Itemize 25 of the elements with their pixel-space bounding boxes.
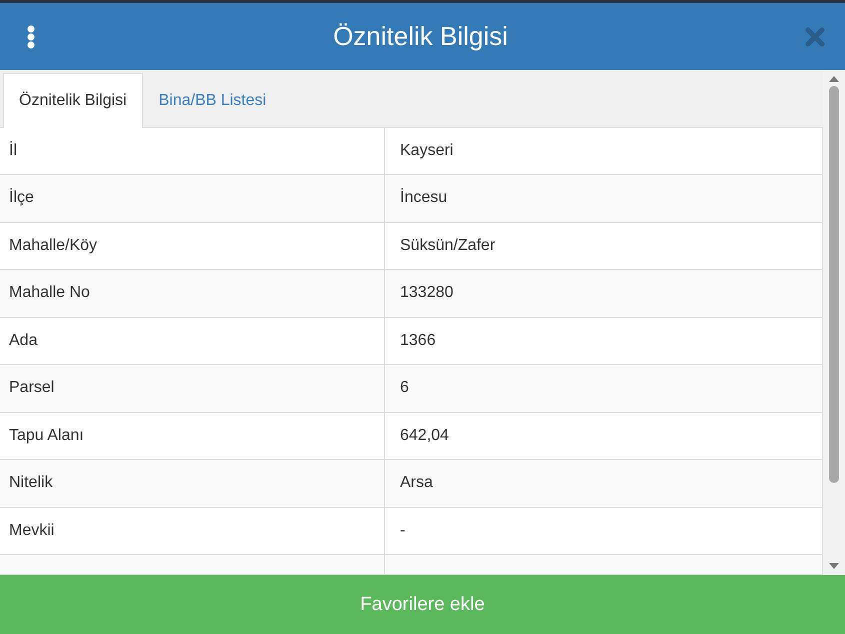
attribute-value-cell-text: - — [399, 520, 406, 541]
attribute-name-cell: Tapu Alanı — [0, 412, 385, 459]
attribute-name-cell: Nitelik — [0, 460, 385, 506]
dialog-title: Öznitelik Bilgisi — [333, 21, 508, 52]
attribute-name-cell: İlçe — [0, 175, 385, 222]
attribute-name-cell: İl — [0, 128, 385, 174]
attribute-value-cell-text: Arsa — [399, 473, 434, 494]
add-to-favorites-button[interactable]: Favorilere ekle — [0, 575, 845, 634]
tab[interactable]: Öznitelik Bilgisi — [3, 72, 143, 128]
attribute-name-cell: Mahalle/Köy — [0, 222, 385, 269]
attribute-name-cell: Ada — [0, 318, 385, 364]
attribute-value-cell-text: 6 — [399, 378, 410, 398]
attribute-name-cell: Parsel — [0, 365, 385, 412]
tab[interactable]: Bina/BB Listesi — [142, 72, 282, 128]
attribute-name-cell: Mevkii — [0, 508, 385, 554]
attribute-value-cell-text: 133280 — [399, 283, 454, 304]
attribute-value-cell-text: 642,04 — [399, 426, 450, 446]
attribute-name-cell: Mahalle No — [0, 270, 385, 316]
close-icon[interactable] — [804, 26, 825, 46]
menu-icon[interactable] — [26, 24, 36, 48]
attribute-value-cell-text: Süksün/Zafer — [399, 236, 496, 256]
scrollbar-drawing[interactable] — [823, 70, 845, 575]
attribute-value-cell-text: 1366 — [399, 330, 437, 351]
attribute-value-cell-text: İncesu — [399, 187, 448, 208]
attribute-value-cell-text: Kayseri — [399, 140, 454, 161]
